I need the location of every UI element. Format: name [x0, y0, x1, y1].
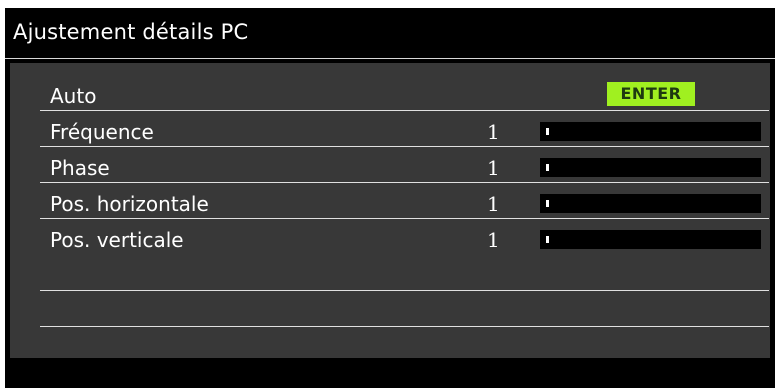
level-slider[interactable]	[540, 158, 761, 177]
level-slider[interactable]	[540, 230, 761, 249]
page-title: Ajustement détails PC	[13, 20, 249, 44]
menu-item-auto[interactable]: Auto ENTER	[40, 75, 769, 111]
menu-item-value: 1	[487, 156, 500, 180]
menu-item-label: Phase	[50, 156, 110, 180]
menu-item-label: Auto	[50, 84, 97, 108]
footer-bar	[5, 358, 775, 388]
menu-panel: Auto ENTER Fréquence 1 Phase 1 Pos. hori…	[10, 63, 770, 358]
menu-item-pos-verticale[interactable]: Pos. verticale 1	[40, 219, 769, 254]
slider-handle	[546, 128, 549, 135]
level-slider[interactable]	[540, 122, 761, 141]
menu-item-label: Pos. verticale	[50, 228, 184, 252]
menu-item-pos-horizontale[interactable]: Pos. horizontale 1	[40, 183, 769, 219]
menu-item-label: Fréquence	[50, 120, 154, 144]
menu-item-value: 1	[487, 192, 500, 216]
menu-item-label: Pos. horizontale	[50, 192, 209, 216]
title-bar: Ajustement détails PC	[5, 8, 775, 59]
slider-handle	[546, 236, 549, 243]
divider	[40, 290, 769, 291]
enter-badge[interactable]: ENTER	[607, 82, 695, 106]
divider	[40, 326, 769, 327]
menu-item-value: 1	[487, 120, 500, 144]
slider-handle	[546, 200, 549, 207]
slider-handle	[546, 164, 549, 171]
menu-item-frequence[interactable]: Fréquence 1	[40, 111, 769, 147]
level-slider[interactable]	[540, 194, 761, 213]
menu-item-phase[interactable]: Phase 1	[40, 147, 769, 183]
menu-item-value: 1	[487, 228, 500, 252]
osd-screen: Ajustement détails PC Auto ENTER Fréquen…	[5, 8, 775, 388]
